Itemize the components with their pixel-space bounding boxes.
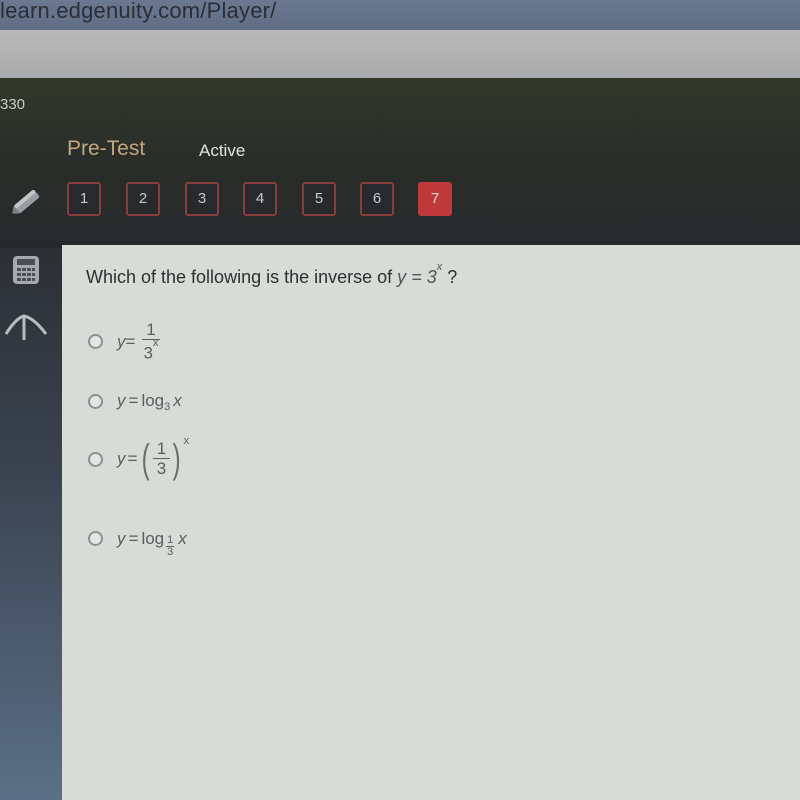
- math-eq: =: [128, 528, 139, 548]
- math-var: y: [117, 331, 126, 351]
- question-math: y = 3x: [397, 261, 447, 287]
- denominator: 3x: [139, 337, 162, 363]
- browser-address-bar[interactable]: learn.edgenuity.com/Player/: [0, 0, 800, 30]
- math-func: log: [141, 391, 165, 410]
- answer-option-b[interactable]: y = log 3 x: [88, 391, 182, 413]
- numerator: 1: [152, 440, 171, 459]
- right-paren: ): [172, 437, 181, 481]
- log-base: 3: [164, 401, 171, 413]
- question-text: Which of the following is the inverse of: [86, 267, 393, 287]
- question-5-button[interactable]: 5: [302, 182, 336, 216]
- math-eq: =: [411, 267, 422, 287]
- browser-toolbar-strip: [0, 30, 800, 78]
- answer-option-d[interactable]: y = log 1 3 x: [88, 527, 187, 558]
- math-var: y: [117, 528, 126, 548]
- radio-button[interactable]: [88, 531, 103, 546]
- answer-option-c[interactable]: y = ( 1 3 ) x: [88, 435, 189, 481]
- math-var: y: [117, 449, 126, 468]
- math-exp: x: [436, 261, 443, 273]
- question-prompt: Which of the following is the inverse of…: [86, 261, 458, 288]
- fraction: 1 3x: [139, 321, 162, 363]
- math-eq: =: [128, 391, 139, 410]
- question-3-button[interactable]: 3: [185, 182, 219, 216]
- exponent: x: [183, 435, 190, 447]
- activity-type-label: Pre-Test: [67, 137, 146, 160]
- question-navigation: 1 2 3 4 5 6 7: [0, 182, 800, 224]
- reference-tool-button[interactable]: [0, 310, 52, 344]
- question-2-button[interactable]: 2: [126, 182, 160, 216]
- den-base: 3: [143, 343, 153, 363]
- calculator-tool-button[interactable]: [0, 254, 52, 286]
- question-mark: ?: [447, 267, 458, 287]
- question-4-button[interactable]: 4: [243, 182, 277, 216]
- math-base: 3: [426, 267, 437, 287]
- math-arg: x: [173, 391, 182, 410]
- reference-icon: [4, 314, 48, 340]
- pencil-tool-button[interactable]: [0, 182, 52, 222]
- log-base-fraction: 1 3: [166, 535, 175, 558]
- math-var: y: [117, 391, 126, 410]
- fraction: 1 3: [152, 440, 171, 478]
- answer-option-a[interactable]: y = 1 3x: [88, 321, 162, 363]
- math-eq: =: [127, 449, 138, 468]
- radio-button[interactable]: [88, 393, 103, 409]
- radio-button[interactable]: [88, 451, 103, 467]
- question-6-button[interactable]: 6: [360, 182, 394, 216]
- option-expression: y = ( 1 3 ) x: [117, 435, 189, 481]
- math-func: log: [141, 528, 165, 548]
- math-var: y: [397, 267, 407, 287]
- option-expression: y = log 1 3 x: [117, 527, 187, 558]
- question-1-button[interactable]: 1: [67, 182, 101, 216]
- denominator: 3: [156, 459, 167, 478]
- base-denominator: 3: [167, 546, 174, 558]
- option-expression: y = 1 3x: [117, 321, 162, 363]
- activity-status-label: Active: [199, 141, 246, 160]
- calculator-icon: [13, 256, 39, 284]
- math-arg: x: [178, 528, 187, 548]
- question-7-button-current[interactable]: 7: [418, 182, 452, 216]
- url-text[interactable]: learn.edgenuity.com/Player/: [0, 0, 276, 24]
- radio-button[interactable]: [88, 334, 103, 350]
- option-expression: y = log 3 x: [117, 391, 182, 413]
- den-exp: x: [152, 337, 159, 349]
- math-eq: =: [125, 331, 136, 351]
- left-paren: (: [142, 437, 151, 481]
- tool-rail: [0, 248, 62, 800]
- counter-label: 330: [0, 96, 26, 113]
- pencil-icon: [12, 189, 40, 214]
- question-panel: Which of the following is the inverse of…: [62, 245, 800, 800]
